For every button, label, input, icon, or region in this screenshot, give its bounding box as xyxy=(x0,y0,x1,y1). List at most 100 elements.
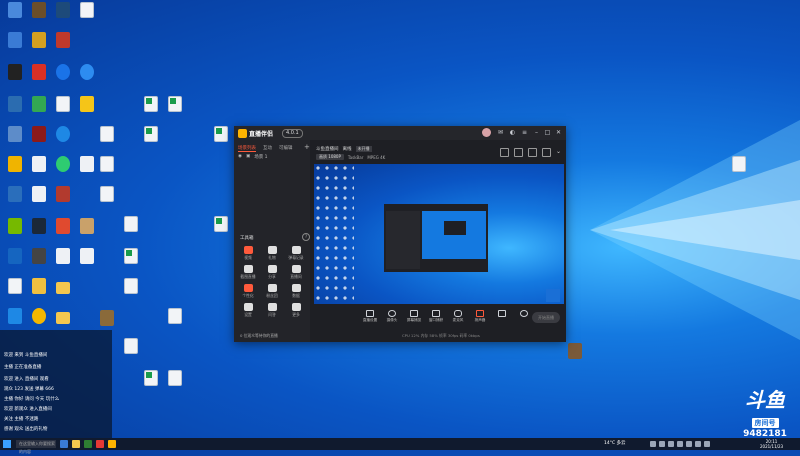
tool-item[interactable]: 个性化 xyxy=(236,284,260,299)
speaker-button[interactable]: 扬声器 xyxy=(472,310,488,330)
tool-item[interactable]: 设置 xyxy=(236,303,260,318)
desktop-icon[interactable] xyxy=(76,248,98,264)
desktop-icon[interactable] xyxy=(4,32,26,48)
desktop-icon[interactable] xyxy=(52,2,74,18)
task-view-icon[interactable] xyxy=(60,440,68,448)
file-icon[interactable] xyxy=(164,308,186,324)
desktop-icon[interactable] xyxy=(52,126,74,142)
skin-icon[interactable]: ◐ xyxy=(508,128,517,137)
folder-icon[interactable] xyxy=(52,308,74,324)
file-icon[interactable] xyxy=(728,156,750,172)
desktop-icon[interactable] xyxy=(52,64,74,80)
desktop-icon[interactable] xyxy=(52,32,74,48)
folder-icon[interactable] xyxy=(52,278,74,294)
excel-file-icon[interactable] xyxy=(140,370,162,386)
volume-icon[interactable] xyxy=(695,441,701,447)
go-live-button[interactable]: 开始直播 xyxy=(532,312,560,323)
tab-scenes[interactable]: 场景列表 xyxy=(238,145,256,152)
tab-editable[interactable]: 可编辑 xyxy=(279,145,293,152)
stream-preview[interactable] xyxy=(314,164,564,304)
desktop-icon[interactable] xyxy=(28,126,50,142)
desktop-icon[interactable] xyxy=(76,2,98,18)
add-scene-icon[interactable]: + xyxy=(304,143,310,151)
record-icon[interactable] xyxy=(500,148,509,157)
quality-pill[interactable]: 画质 1080P xyxy=(316,154,344,160)
excel-file-icon[interactable] xyxy=(140,96,162,112)
desktop-icon[interactable] xyxy=(52,96,74,112)
desktop-icon[interactable] xyxy=(76,218,98,234)
scene-item[interactable]: ◉ ▣ 场景 1 xyxy=(238,154,268,160)
desktop-icon[interactable] xyxy=(28,64,50,80)
tray-icon[interactable] xyxy=(650,441,656,447)
microphone-button[interactable]: 麦克风 xyxy=(450,310,466,330)
desktop-icon[interactable] xyxy=(564,343,586,359)
menu-icon[interactable]: ≡ xyxy=(520,128,529,137)
video-icon[interactable] xyxy=(494,310,510,330)
desktop-icon[interactable] xyxy=(28,156,50,172)
chevron-down-icon[interactable]: ⌄ xyxy=(556,148,563,155)
minimize-icon[interactable]: – xyxy=(532,128,541,137)
file-icon[interactable] xyxy=(164,370,186,386)
desktop-icon[interactable] xyxy=(52,156,74,172)
tool-item[interactable]: 弹幕记录 xyxy=(284,246,308,261)
desktop-icon[interactable] xyxy=(4,218,26,234)
share-icon[interactable] xyxy=(542,148,551,157)
desktop-icon[interactable] xyxy=(52,248,74,264)
clock[interactable]: 20:11 2021/11/23 xyxy=(760,439,783,449)
desktop-icon[interactable] xyxy=(28,248,50,264)
desktop-icon[interactable] xyxy=(28,278,50,294)
excel-file-icon[interactable] xyxy=(210,216,232,232)
file-icon[interactable] xyxy=(96,156,118,172)
desktop-icon[interactable] xyxy=(4,248,26,264)
taskbar-search[interactable]: 在这里输入你要搜索的内容 xyxy=(16,440,56,454)
desktop-icon[interactable] xyxy=(4,126,26,142)
excel-file-icon[interactable] xyxy=(120,248,142,264)
desktop-icon[interactable] xyxy=(4,156,26,172)
tool-item[interactable]: 礼物 xyxy=(260,246,284,261)
live-settings-button[interactable]: 直播设置 xyxy=(362,310,378,330)
file-explorer-icon[interactable] xyxy=(72,440,80,448)
window-capture-button[interactable]: 窗口捕获 xyxy=(428,310,444,330)
stream-tag[interactable]: 未开播 xyxy=(355,146,372,152)
tool-item[interactable]: 直播间 xyxy=(284,265,308,280)
close-icon[interactable]: ✕ xyxy=(554,128,563,137)
file-icon[interactable] xyxy=(120,216,142,232)
file-icon[interactable] xyxy=(96,186,118,202)
maximize-icon[interactable]: □ xyxy=(543,128,552,137)
help-icon[interactable]: ? xyxy=(302,233,310,241)
tool-item[interactable]: 更多 xyxy=(284,303,308,318)
screen-capture-button[interactable]: 屏幕捕捉 xyxy=(406,310,422,330)
message-icon[interactable]: ✉ xyxy=(496,128,505,137)
tool-item[interactable]: 问答 xyxy=(260,303,284,318)
eye-icon[interactable]: ◉ xyxy=(238,154,242,160)
version-badge[interactable]: 4.0.1 xyxy=(282,129,303,138)
desktop-icon[interactable] xyxy=(76,64,98,80)
camera-button[interactable]: 摄像头 xyxy=(384,310,400,330)
tray-icon[interactable] xyxy=(677,441,683,447)
file-icon[interactable] xyxy=(120,338,142,354)
desktop-icon[interactable] xyxy=(28,308,50,324)
excel-file-icon[interactable] xyxy=(140,126,162,142)
tab-interact[interactable]: 互动 xyxy=(263,145,272,152)
network-icon[interactable] xyxy=(686,441,692,447)
browser-icon[interactable] xyxy=(84,440,92,448)
app-icon[interactable] xyxy=(96,440,104,448)
desktop-icon[interactable] xyxy=(28,32,50,48)
tool-item[interactable]: 分享 xyxy=(260,265,284,280)
desktop-icon[interactable] xyxy=(28,96,50,112)
lock-icon[interactable]: ▣ xyxy=(246,154,250,160)
settings-icon[interactable] xyxy=(516,310,532,330)
desktop-icon[interactable] xyxy=(4,186,26,202)
desktop-icon[interactable] xyxy=(4,308,26,324)
tool-item[interactable]: 截图直播 xyxy=(236,265,260,280)
excel-file-icon[interactable] xyxy=(164,96,186,112)
file-icon[interactable] xyxy=(96,126,118,142)
desktop-icon[interactable] xyxy=(4,64,26,80)
desktop-icon[interactable] xyxy=(28,2,50,18)
windows-start-icon[interactable] xyxy=(3,440,11,448)
avatar[interactable] xyxy=(482,128,491,137)
desktop-icon[interactable] xyxy=(52,218,74,234)
file-icon[interactable] xyxy=(120,278,142,294)
excel-file-icon[interactable] xyxy=(210,126,232,142)
weather-widget[interactable]: 14°C 多云 xyxy=(604,440,626,448)
